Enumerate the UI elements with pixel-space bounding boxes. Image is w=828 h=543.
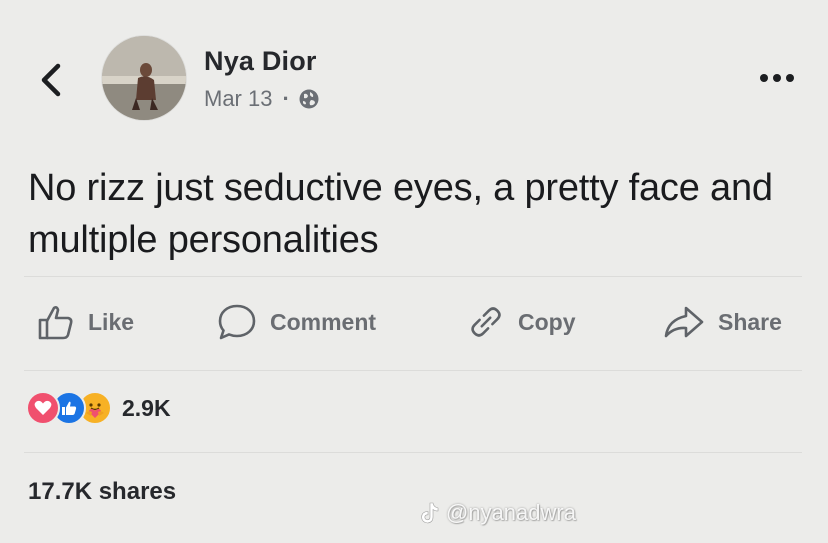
share-button[interactable]: Share [662,300,782,344]
meta-separator: · [282,86,290,111]
divider-top [24,276,802,277]
watermark-handle: @nyanadwra [446,500,576,525]
like-label: Like [88,308,135,335]
back-button[interactable] [34,58,70,102]
shares-count[interactable]: 17.7K shares [28,478,176,506]
author-avatar[interactable] [102,36,186,120]
more-horizontal-icon [760,74,794,82]
comment-button[interactable]: Comment [216,300,376,344]
share-label: Share [718,308,782,335]
link-icon [471,307,501,337]
post-meta: Mar 13 · [204,86,320,112]
chevron-left-icon [41,63,61,97]
author-name[interactable]: Nya Dior [204,46,317,77]
thumbs-up-icon [38,306,73,340]
reactions-summary[interactable]: 2.9K [26,390,171,426]
post-date[interactable]: Mar 13 [204,86,272,112]
watermark: @nyanadwra [418,500,576,526]
like-button[interactable]: Like [36,300,134,344]
share-arrow-icon [664,306,704,338]
reaction-count: 2.9K [122,394,171,421]
divider-bottom [24,452,802,453]
avatar-image [102,36,186,120]
copy-label: Copy [518,308,576,335]
more-options-button[interactable] [756,68,800,88]
copy-button[interactable]: Copy [466,300,576,344]
comment-bubble-icon [218,304,256,340]
globe-icon [299,89,319,109]
comment-label: Comment [270,308,377,335]
love-icon [26,391,60,425]
divider-middle [24,370,802,371]
tiktok-logo [421,502,439,524]
post-text: No rizz just seductive eyes, a pretty fa… [28,167,773,261]
